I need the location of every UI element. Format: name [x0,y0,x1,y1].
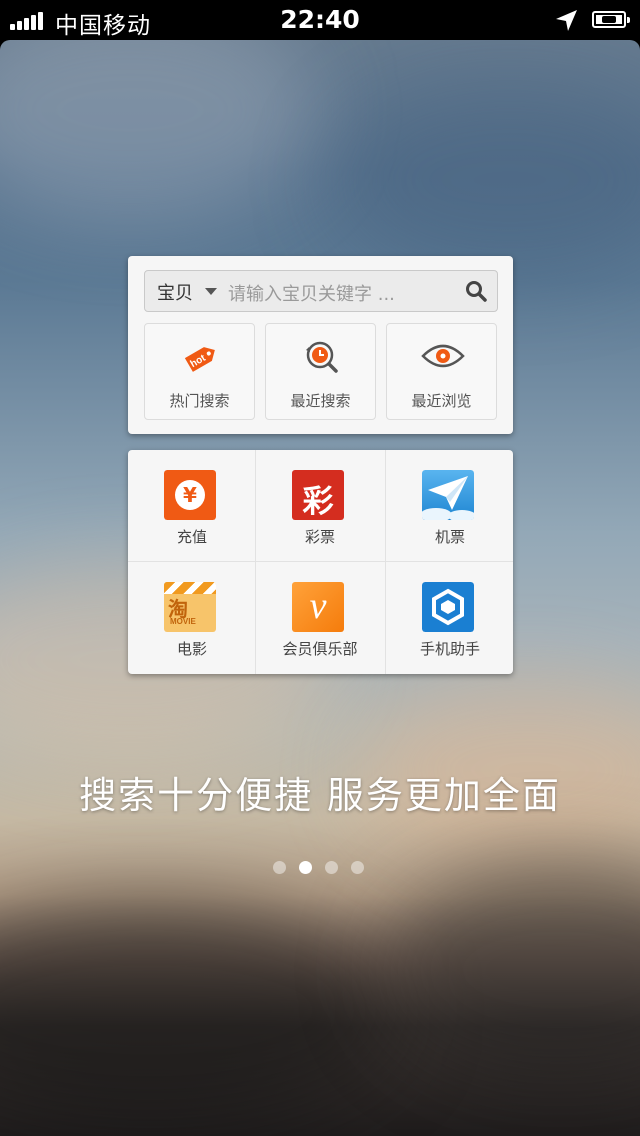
page-dot[interactable] [325,861,338,874]
hot-search-label: 热门搜索 [169,392,230,410]
recent-search-clock-icon [306,341,338,373]
background-cloud [330,80,640,280]
service-lottery[interactable]: 彩 彩票 [256,450,384,562]
service-label: 彩票 [304,528,335,546]
search-icon[interactable] [465,280,487,302]
service-movies[interactable]: 淘 MOVIE 电影 [128,562,256,674]
service-flights[interactable]: 机票 [386,450,514,562]
search-input[interactable]: 请输入宝贝关键字 ... [228,280,395,306]
vip-icon-glyph: v [309,585,327,627]
hot-search-button[interactable]: hot 热门搜索 [144,323,255,420]
service-label: 电影 [176,640,207,658]
recent-search-label: 最近搜索 [290,392,351,410]
service-label: 机票 [434,528,465,546]
service-vip-club[interactable]: v 会员俱乐部 [256,562,384,674]
background-cloud [0,40,320,220]
service-phone-assistant[interactable]: 手机助手 [386,562,514,674]
svg-text:¥: ¥ [183,483,197,507]
search-bar[interactable]: 宝贝 请输入宝贝关键字 ... [144,270,498,312]
onboarding-tagline: 搜索十分便捷 服务更加全面 [79,774,561,817]
phone-assistant-icon [422,582,474,632]
recent-browse-label: 最近浏览 [411,392,472,410]
hot-tag-icon: hot [184,347,215,372]
background-hill [0,900,400,1120]
movie-clapper-icon: 淘 MOVIE [164,582,216,632]
location-arrow-icon [556,10,577,31]
lottery-icon: 彩 [292,470,344,520]
paper-plane-icon [422,470,474,520]
recent-search-button[interactable]: 最近搜索 [265,323,376,420]
service-label: 会员俱乐部 [282,640,358,658]
status-time: 22:40 [280,5,360,34]
movie-icon-subtext: MOVIE [170,617,196,626]
eye-icon [421,344,465,368]
background-hill [380,860,640,1080]
lottery-icon-glyph: 彩 [302,484,334,520]
chevron-down-icon[interactable] [205,288,217,295]
status-bar: 中国移动 22:40 [0,0,640,40]
battery-charging-icon [592,11,630,28]
page-dot-active[interactable] [299,861,312,874]
service-label: 手机助手 [419,640,480,658]
services-grid: ¥ 充值 彩 彩票 机票 淘 MOVIE 电影 v 会员俱乐部 手机助手 [128,450,513,674]
service-label: 充值 [176,528,207,546]
page-dot[interactable] [351,861,364,874]
vip-club-icon: v [292,582,344,632]
page-dot[interactable] [273,861,286,874]
recharge-yen-icon: ¥ [164,470,216,520]
recent-browse-button[interactable]: 最近浏览 [386,323,497,420]
search-scope-selector[interactable]: 宝贝 [157,279,193,305]
search-panel: 宝贝 请输入宝贝关键字 ... hot 热门搜索 最近搜索 最近浏览 [128,256,513,434]
service-recharge[interactable]: ¥ 充值 [128,450,256,562]
